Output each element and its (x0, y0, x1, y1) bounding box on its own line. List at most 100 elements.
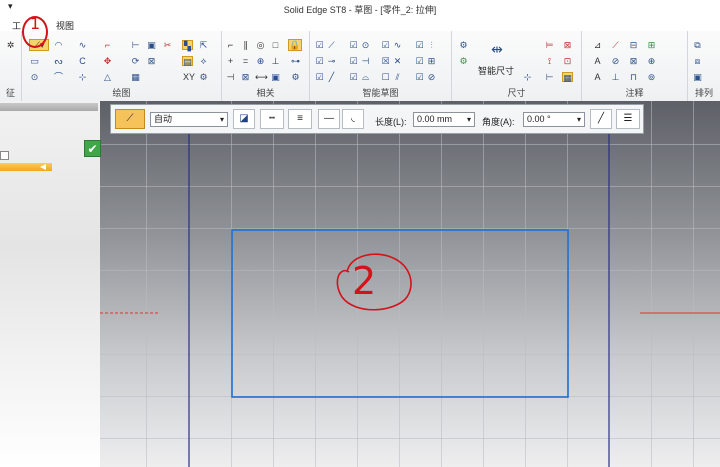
symmetric-icon[interactable]: ⊠ (240, 72, 251, 82)
endpoint-icon[interactable]: ⟋ (326, 40, 337, 50)
group-icon[interactable]: ▣ (692, 72, 703, 82)
distance-icon[interactable]: ⊨ (544, 40, 555, 50)
zero-icon[interactable]: ⚙ (198, 72, 209, 82)
rigid-set-icon[interactable]: ⊶ (290, 56, 301, 66)
center-mark-icon[interactable]: ⊥ (610, 72, 621, 82)
xy-icon[interactable]: XY (182, 72, 196, 82)
angle-snap-icon[interactable]: ⊘ (426, 72, 437, 82)
intellisketch-option-icon[interactable]: ☐ (380, 72, 391, 82)
intellisketch-option-icon[interactable]: ☑ (414, 40, 425, 50)
parallel-icon[interactable]: ∥ (240, 40, 251, 50)
tangent-arc-icon[interactable]: ⌒ (53, 72, 64, 82)
rectangle-icon[interactable]: ▭ (29, 56, 40, 66)
intellisketch-option-icon[interactable]: ☑ (314, 40, 325, 50)
circle-icon[interactable]: ⊙ (29, 72, 40, 82)
center-icon[interactable]: ⊙ (360, 40, 371, 50)
perpendicular-icon[interactable]: ⊥ (270, 56, 281, 66)
grid-icon[interactable]: ▤ (182, 56, 193, 67)
bring-front-icon[interactable]: ⧉ (692, 40, 703, 50)
square-icon[interactable]: □ (270, 40, 281, 50)
dim-style-icon[interactable]: ⚙ (458, 56, 469, 66)
dim-option-icon[interactable]: ⚙ (458, 40, 469, 50)
intellisketch-option-icon[interactable]: ☑ (314, 56, 325, 66)
surface-texture-icon[interactable]: ⊠ (628, 56, 639, 66)
style-select[interactable]: 自动 ▾ (150, 112, 228, 127)
weld-icon[interactable]: ⊕ (646, 56, 657, 66)
line-type-button[interactable]: ┅ (260, 109, 284, 129)
callout-icon[interactable]: ⊿ (592, 40, 603, 50)
mirror-icon[interactable]: ⊠ (146, 56, 157, 66)
auto-dim-icon[interactable]: ⊹ (522, 72, 533, 82)
intellisketch-option-icon[interactable]: ☑ (348, 56, 359, 66)
dim-axis-icon[interactable]: ⊢ (544, 72, 555, 82)
horizontal-vertical-icon[interactable]: + (225, 56, 236, 66)
relation-assistant-icon[interactable]: ⚙ (290, 72, 301, 82)
intersection-icon[interactable]: ✕ (392, 56, 403, 66)
dim-display-icon[interactable]: ▦ (562, 72, 573, 83)
intellisketch-option-icon[interactable]: ☑ (414, 72, 425, 82)
vertical-icon[interactable]: ⫶ (426, 40, 437, 50)
parallel-snap-icon[interactable]: ⊞ (426, 56, 437, 66)
trim-icon[interactable]: ✂ (162, 40, 173, 50)
accept-check-icon[interactable]: ✔ (84, 140, 101, 157)
tangent-snap-icon[interactable]: ∿ (392, 40, 403, 50)
datum-icon[interactable]: ⊞ (646, 40, 657, 50)
intellisketch-option-icon[interactable]: ☑ (314, 72, 325, 82)
pattern-icon[interactable]: ▣ (146, 40, 157, 50)
midpoint-icon[interactable]: ⊣ (360, 56, 371, 66)
symmetry-axis-icon[interactable]: ⟷ (255, 72, 268, 82)
extend-icon[interactable]: ⊹ (77, 72, 88, 82)
sketch-canvas[interactable]: 2 (0, 101, 720, 467)
intellisketch-option-icon[interactable]: ☑ (348, 40, 359, 50)
tangent-icon[interactable]: ⊕ (255, 56, 266, 66)
length-input[interactable]: 0.00 mm ▾ (413, 112, 475, 127)
fillet-icon[interactable]: ⌐ (102, 40, 113, 50)
construction-icon[interactable]: ⟡ (198, 56, 209, 66)
smart-dimension-label[interactable]: 智能尺寸 (478, 64, 514, 77)
intellisketch-option-icon[interactable]: ☑ (380, 40, 391, 50)
sketch-rectangle[interactable] (231, 229, 569, 398)
silhouette-icon[interactable]: ⌓ (360, 72, 371, 82)
bolt-hole-icon[interactable]: ⊚ (646, 72, 657, 82)
horizontal-icon[interactable]: ⊸ (326, 56, 337, 66)
connect-icon[interactable]: ⌐ (225, 40, 236, 50)
arc-mode-button[interactable]: ◟ (342, 109, 364, 129)
intellisketch-option-icon[interactable]: ☒ (380, 56, 391, 66)
smart-dimension-icon[interactable]: ⇹ (486, 40, 508, 58)
concentric-icon[interactable]: ◎ (255, 40, 266, 50)
line-style-button[interactable]: ⟋ (115, 109, 145, 129)
balloon-icon[interactable]: ⊟ (628, 40, 639, 50)
rotate-icon[interactable]: ⟳ (130, 56, 141, 66)
relation-handles-icon[interactable]: ▣ (270, 72, 281, 82)
coordinate-dim-icon[interactable]: ⟟ (544, 56, 555, 66)
feature-control-icon[interactable]: ⊘ (610, 56, 621, 66)
construction-line-button[interactable]: ╱ (590, 109, 612, 129)
project-icon[interactable]: ⇱ (198, 40, 209, 50)
select-icon[interactable]: ▚ (182, 40, 193, 51)
lock-icon[interactable]: 🔒 (288, 39, 302, 51)
collinear-icon[interactable]: ⊣ (225, 72, 236, 82)
color-button[interactable]: ◪ (233, 109, 255, 129)
intellisketch-option-icon[interactable]: ☑ (348, 72, 359, 82)
curve-icon[interactable]: ∿ (77, 40, 88, 50)
line-mode-button[interactable]: — (318, 109, 340, 129)
spline-icon[interactable]: ᔓ (53, 56, 64, 66)
edge-condition-icon[interactable]: ⊓ (628, 72, 639, 82)
equal-icon[interactable]: = (240, 56, 251, 66)
gear-icon[interactable]: ✲ (5, 40, 16, 50)
symmetric-dim-icon[interactable]: ⊡ (562, 56, 573, 66)
angle-input[interactable]: 0.00 ° ▾ (523, 112, 585, 127)
on-element-icon[interactable]: ╱ (326, 72, 337, 82)
angle-dim-icon[interactable]: ⊠ (562, 40, 573, 50)
fill-icon[interactable]: ▦ (130, 72, 141, 82)
dimension-tool-icon[interactable]: ⊢ (130, 40, 141, 50)
perpendicular-snap-icon[interactable]: ⫽ (392, 72, 403, 82)
intellisketch-option-icon[interactable]: ☑ (414, 56, 425, 66)
arc-icon[interactable]: ◠ (53, 40, 64, 50)
panel-checkbox[interactable] (0, 151, 9, 160)
scale-icon[interactable]: △ (102, 72, 113, 82)
text-icon[interactable]: A (592, 56, 603, 66)
leader-icon[interactable]: ⟋ (610, 40, 621, 50)
line-width-button[interactable]: ≡ (288, 109, 312, 129)
offset-icon[interactable]: C (77, 56, 88, 66)
